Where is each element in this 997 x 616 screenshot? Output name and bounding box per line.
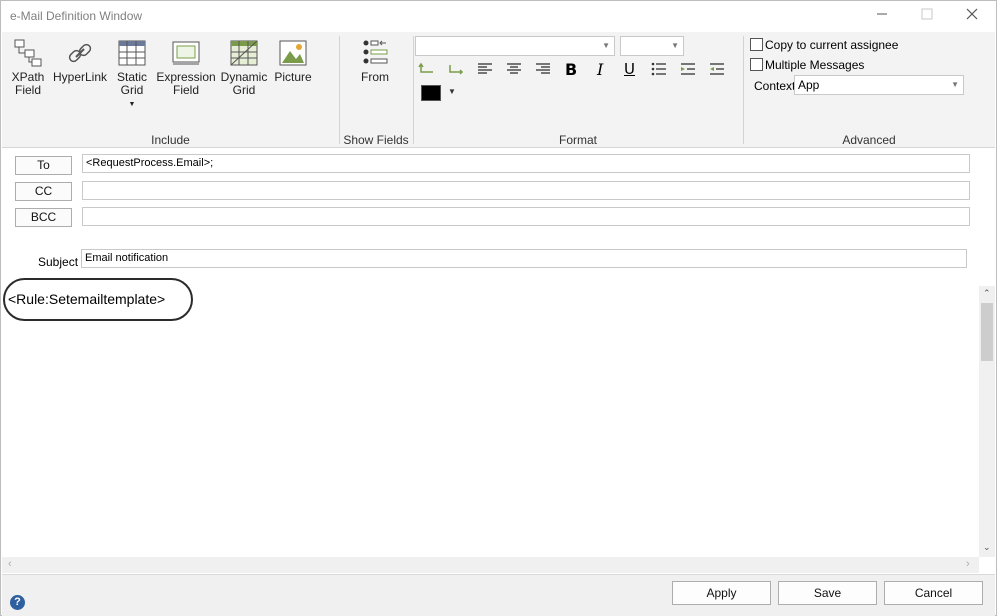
body-text: <Rule:Setemailtemplate> — [8, 291, 166, 307]
undo-icon[interactable] — [418, 61, 436, 77]
bcc-button[interactable]: BCC — [15, 208, 72, 227]
dropdown-arrow-icon: ▼ — [128, 101, 136, 108]
grid-icon — [117, 38, 147, 68]
bcc-input[interactable] — [82, 207, 970, 226]
font-color-dropdown-icon[interactable]: ▼ — [448, 87, 456, 96]
cc-input[interactable] — [82, 181, 970, 200]
chevron-down-icon: ▼ — [951, 80, 959, 89]
from-fields-icon — [360, 38, 390, 68]
horizontal-scrollbar[interactable]: ‹ › — [2, 557, 979, 573]
body-editor[interactable]: <Rule:Setemailtemplate> — [2, 278, 979, 557]
vertical-scrollbar[interactable]: ⌃ ⌄ — [979, 286, 995, 557]
maximize-icon — [921, 8, 933, 20]
ribbon-divider — [743, 36, 744, 144]
include-group-label: Include — [151, 133, 190, 147]
ribbon-divider — [339, 36, 340, 144]
copy-to-assignee-label: Copy to current assignee — [765, 38, 899, 52]
advanced-group-label: Advanced — [842, 133, 896, 147]
bold-icon[interactable]: B — [565, 60, 577, 79]
from-button[interactable]: From — [354, 38, 396, 84]
underline-icon[interactable]: U — [624, 60, 635, 78]
scroll-right-icon[interactable]: › — [966, 558, 970, 570]
picture-icon — [278, 38, 308, 68]
font-color-swatch[interactable] — [421, 85, 441, 101]
minimize-icon — [877, 13, 887, 15]
bullet-list-icon[interactable] — [650, 61, 668, 77]
to-button[interactable]: To — [15, 156, 72, 175]
font-family-select[interactable]: ▼ — [415, 36, 615, 56]
chevron-down-icon: ▼ — [671, 41, 679, 50]
hyperlink-label: HyperLink — [52, 70, 108, 84]
minimize-button[interactable] — [867, 5, 897, 27]
context-select[interactable]: App ▼ — [794, 75, 964, 95]
indent-icon[interactable] — [679, 61, 697, 77]
ribbon: XPath Field HyperLink Static Grid ▼ Expr… — [2, 32, 995, 148]
picture-label: Picture — [274, 70, 312, 84]
redo-icon[interactable] — [447, 61, 465, 77]
align-center-icon[interactable] — [505, 61, 523, 77]
hyperlink-button[interactable]: HyperLink — [52, 38, 108, 84]
italic-icon[interactable]: I — [597, 60, 603, 79]
static-grid-button[interactable]: Static Grid ▼ — [110, 38, 154, 111]
window-title: e-Mail Definition Window — [10, 9, 143, 23]
expression-icon — [171, 38, 201, 68]
scroll-down-icon[interactable]: ⌄ — [983, 542, 991, 553]
xpath-tree-icon — [13, 38, 43, 68]
vertical-scroll-thumb[interactable] — [981, 303, 993, 361]
align-left-icon[interactable] — [476, 61, 494, 77]
subject-label: Subject — [38, 255, 79, 269]
to-input[interactable]: <RequestProcess.Email>; — [82, 154, 970, 173]
chevron-down-icon: ▼ — [602, 41, 610, 50]
align-right-icon[interactable] — [534, 61, 552, 77]
show-fields-group-label: Show Fields — [343, 133, 409, 147]
dynamic-grid-button[interactable]: Dynamic Grid — [218, 38, 270, 97]
footer-bar: ? Apply Save Cancel — [2, 574, 995, 616]
font-size-select[interactable]: ▼ — [620, 36, 684, 56]
apply-button[interactable]: Apply — [672, 581, 771, 605]
save-button[interactable]: Save — [778, 581, 877, 605]
multiple-messages-checkbox[interactable] — [750, 58, 763, 71]
format-group-label: Format — [558, 133, 597, 147]
outdent-icon[interactable] — [708, 61, 726, 77]
scroll-up-icon[interactable]: ⌃ — [983, 288, 991, 299]
subject-input[interactable]: Email notification — [81, 249, 967, 268]
from-label: From — [361, 70, 389, 84]
xpath-field-label: XPath Field — [11, 70, 45, 97]
picture-button[interactable]: Picture — [272, 38, 314, 84]
dynamic-grid-icon — [229, 38, 259, 68]
ribbon-divider — [413, 36, 414, 144]
close-button[interactable] — [957, 5, 987, 27]
context-value: App — [798, 78, 820, 92]
link-icon — [65, 38, 95, 68]
static-grid-label: Static Grid — [116, 70, 147, 97]
dynamic-grid-label: Dynamic Grid — [220, 70, 268, 97]
close-icon — [966, 8, 978, 20]
maximize-button[interactable] — [912, 5, 942, 27]
expression-field-label: Expression Field — [156, 70, 216, 97]
cancel-button[interactable]: Cancel — [884, 581, 983, 605]
scroll-left-icon[interactable]: ‹ — [8, 558, 12, 570]
cc-button[interactable]: CC — [15, 182, 72, 201]
multiple-messages-label: Multiple Messages — [765, 58, 865, 72]
copy-to-assignee-checkbox[interactable] — [750, 38, 763, 51]
expression-field-button[interactable]: Expression Field — [156, 38, 216, 97]
help-icon[interactable]: ? — [10, 595, 25, 610]
email-definition-window: e-Mail Definition Window XPath Field Hyp… — [0, 0, 997, 616]
title-bar: e-Mail Definition Window — [1, 1, 996, 32]
xpath-field-button[interactable]: XPath Field — [6, 38, 50, 97]
context-label: Context — [754, 79, 796, 93]
